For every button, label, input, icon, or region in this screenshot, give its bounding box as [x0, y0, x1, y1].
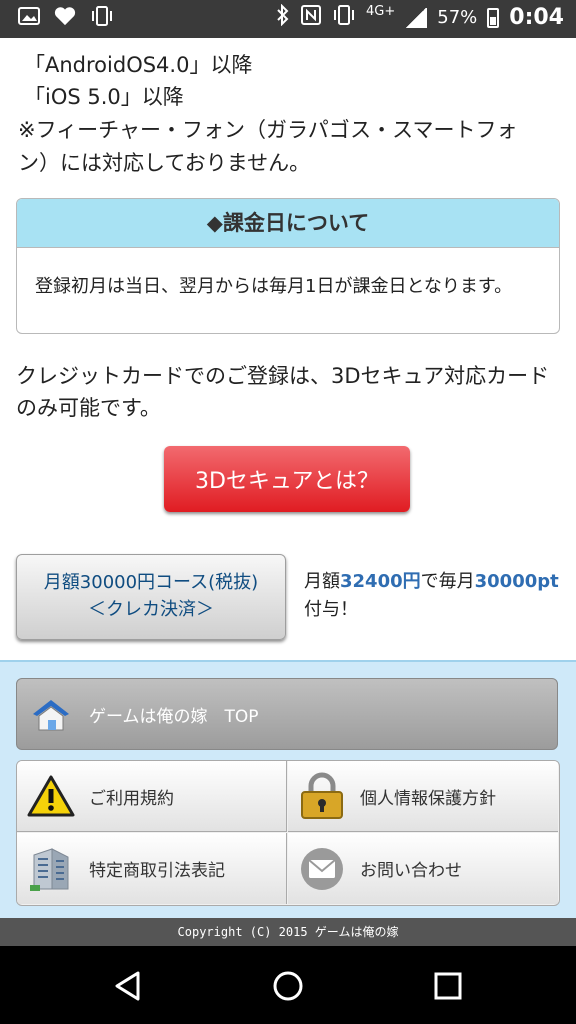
building-icon: [25, 844, 77, 894]
feature-phone-notice: ※フィーチャー・フォン（ガラパゴス・スマートフォン）には対応しておりません。: [18, 118, 518, 175]
course-desc-text: 付与！: [304, 599, 358, 620]
billing-day-box: ◆課金日について 登録初月は当日、翌月からは毎月1日が課金日となります。: [16, 198, 560, 334]
home-button-icon[interactable]: [270, 968, 306, 1004]
terms-label: ご利用規約: [89, 788, 174, 809]
status-icons-right: 4G+ 57% 0:04: [276, 3, 564, 31]
commerce-law-label: 特定商取引法表記: [89, 861, 225, 881]
course-desc-text: 月額: [304, 571, 340, 592]
billing-day-text: 登録初月は当日、翌月からは毎月1日が課金日となります。: [35, 276, 513, 297]
heart-icon: [54, 6, 76, 32]
bluetooth-icon: [276, 3, 290, 31]
vibrate-icon: [90, 6, 114, 32]
footer-navigation: ゲームは俺の嫁 TOP ご利用規約 個人情報保護方針 特定商取引法表記 お問い合…: [0, 660, 576, 920]
course-payment: ＜クレカ決済＞: [88, 599, 214, 620]
course-points: 30000pt: [474, 571, 559, 592]
billing-day-title: ◆課金日について: [17, 199, 559, 248]
course-name: 月額30000円コース(税抜): [43, 572, 259, 593]
requirement-android: 「AndroidOS4.0」以降: [24, 53, 253, 77]
footer-link-grid: ご利用規約 個人情報保護方針 特定商取引法表記 お問い合わせ: [16, 760, 560, 906]
system-navigation-bar: [0, 946, 576, 1024]
recents-icon[interactable]: [430, 968, 466, 1004]
course-description: 月額32400円で毎月30000pt 付与！: [304, 568, 564, 624]
mail-icon: [296, 844, 348, 894]
vibrate-icon: [332, 5, 356, 30]
requirement-ios: 「iOS 5.0」以降: [24, 85, 184, 109]
image-icon: [18, 6, 40, 32]
clock: 0:04: [509, 5, 564, 30]
contact-label: お問い合わせ: [360, 861, 462, 881]
course-price: 32400円: [340, 571, 421, 592]
status-icons-left: [18, 6, 114, 32]
monthly-course-button[interactable]: 月額30000円コース(税抜) ＜クレカ決済＞: [16, 554, 286, 640]
network-type: 4G+: [366, 4, 396, 19]
back-icon[interactable]: [110, 968, 146, 1004]
course-desc-text: で毎月: [420, 571, 475, 592]
battery-icon: [487, 7, 500, 28]
privacy-link[interactable]: 個人情報保護方針: [288, 761, 558, 832]
footer-top-label: ゲームは俺の嫁 TOP: [89, 706, 259, 727]
contact-link[interactable]: お問い合わせ: [288, 833, 558, 904]
commerce-law-link[interactable]: 特定商取引法表記: [17, 833, 287, 904]
signal-icon: [405, 7, 428, 28]
status-bar: 4G+ 57% 0:04: [0, 0, 576, 38]
credit-card-notice: クレジットカードでのご登録は、3Dセキュア対応カードのみ可能です。: [16, 364, 550, 420]
terms-link[interactable]: ご利用規約: [17, 761, 287, 832]
3d-secure-button[interactable]: 3Dセキュアとは？: [164, 446, 410, 512]
footer-top-link[interactable]: ゲームは俺の嫁 TOP: [16, 678, 558, 750]
padlock-icon: [296, 771, 348, 821]
warning-icon: [25, 771, 77, 821]
battery-percent: 57%: [437, 7, 478, 28]
nfc-icon: [300, 4, 322, 31]
privacy-label: 個人情報保護方針: [360, 788, 496, 809]
home-icon: [25, 689, 77, 739]
copyright: Copyright (C) 2015 ゲームは俺の嫁: [0, 918, 576, 946]
